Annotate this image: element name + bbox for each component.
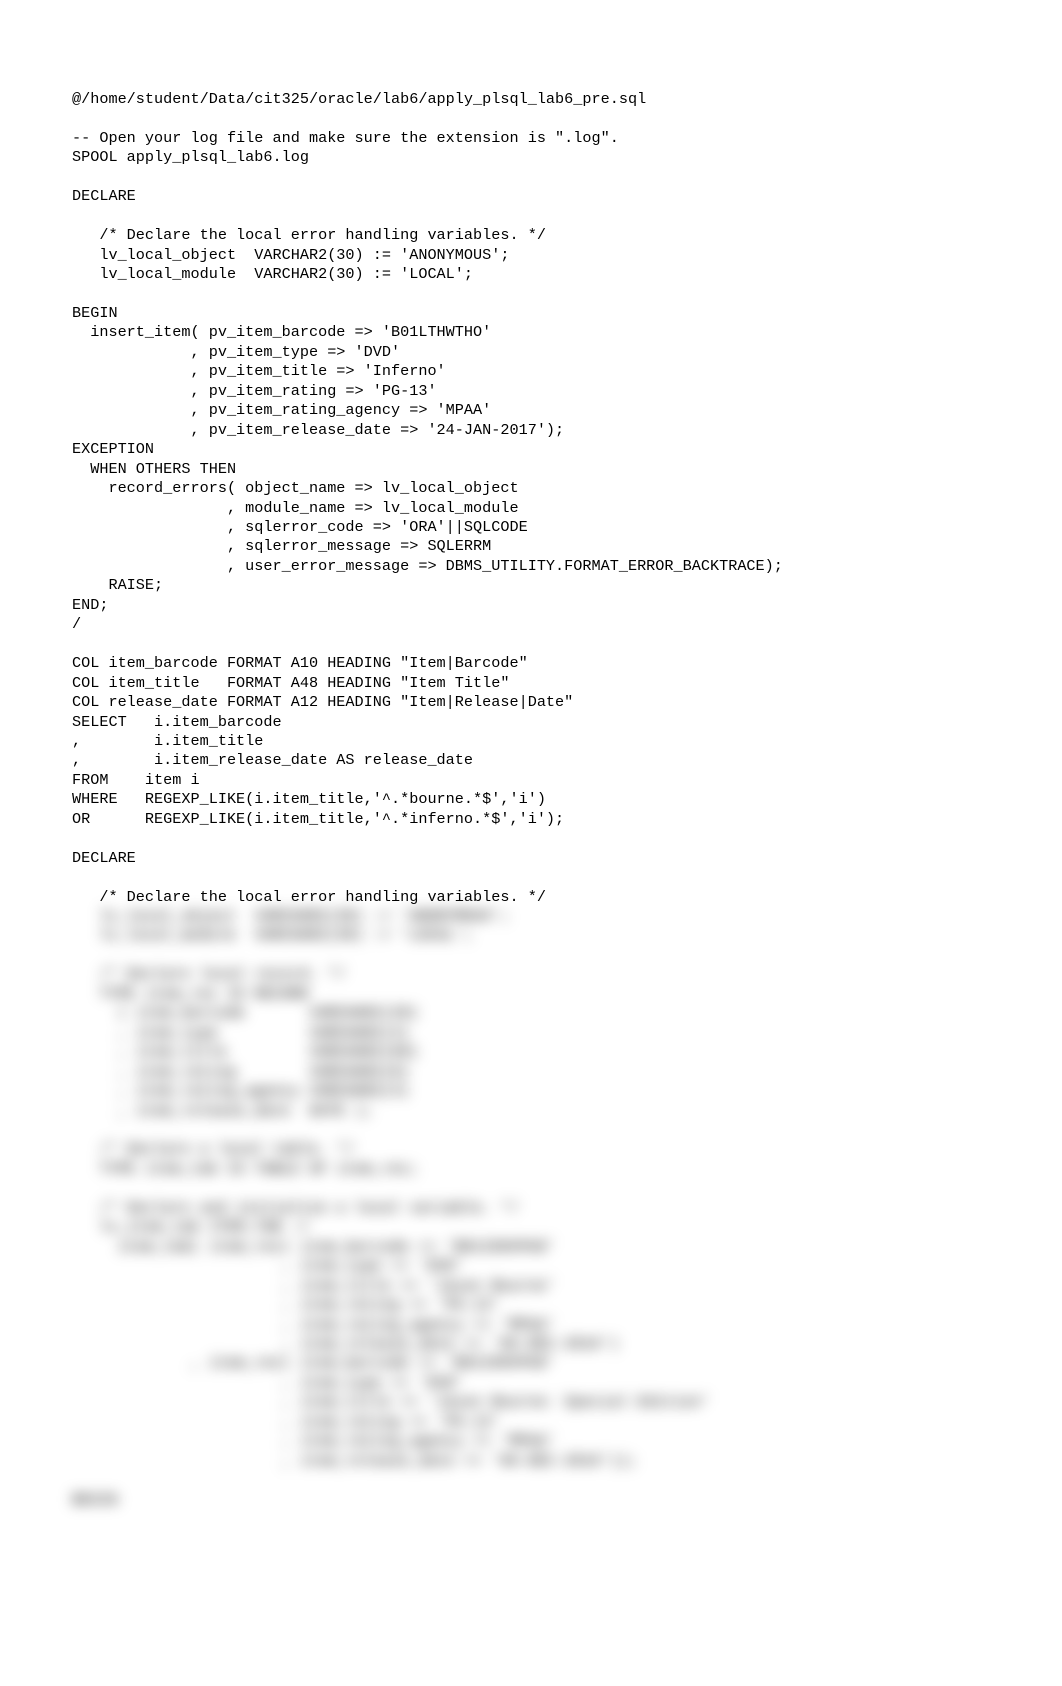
obscured-code-block: lv_local_object VARCHAR2(30) := 'ANONYMO… [72,907,990,1510]
code-block: @/home/student/Data/cit325/oracle/lab6/a… [72,90,990,907]
code-document: @/home/student/Data/cit325/oracle/lab6/a… [0,0,1062,1600]
